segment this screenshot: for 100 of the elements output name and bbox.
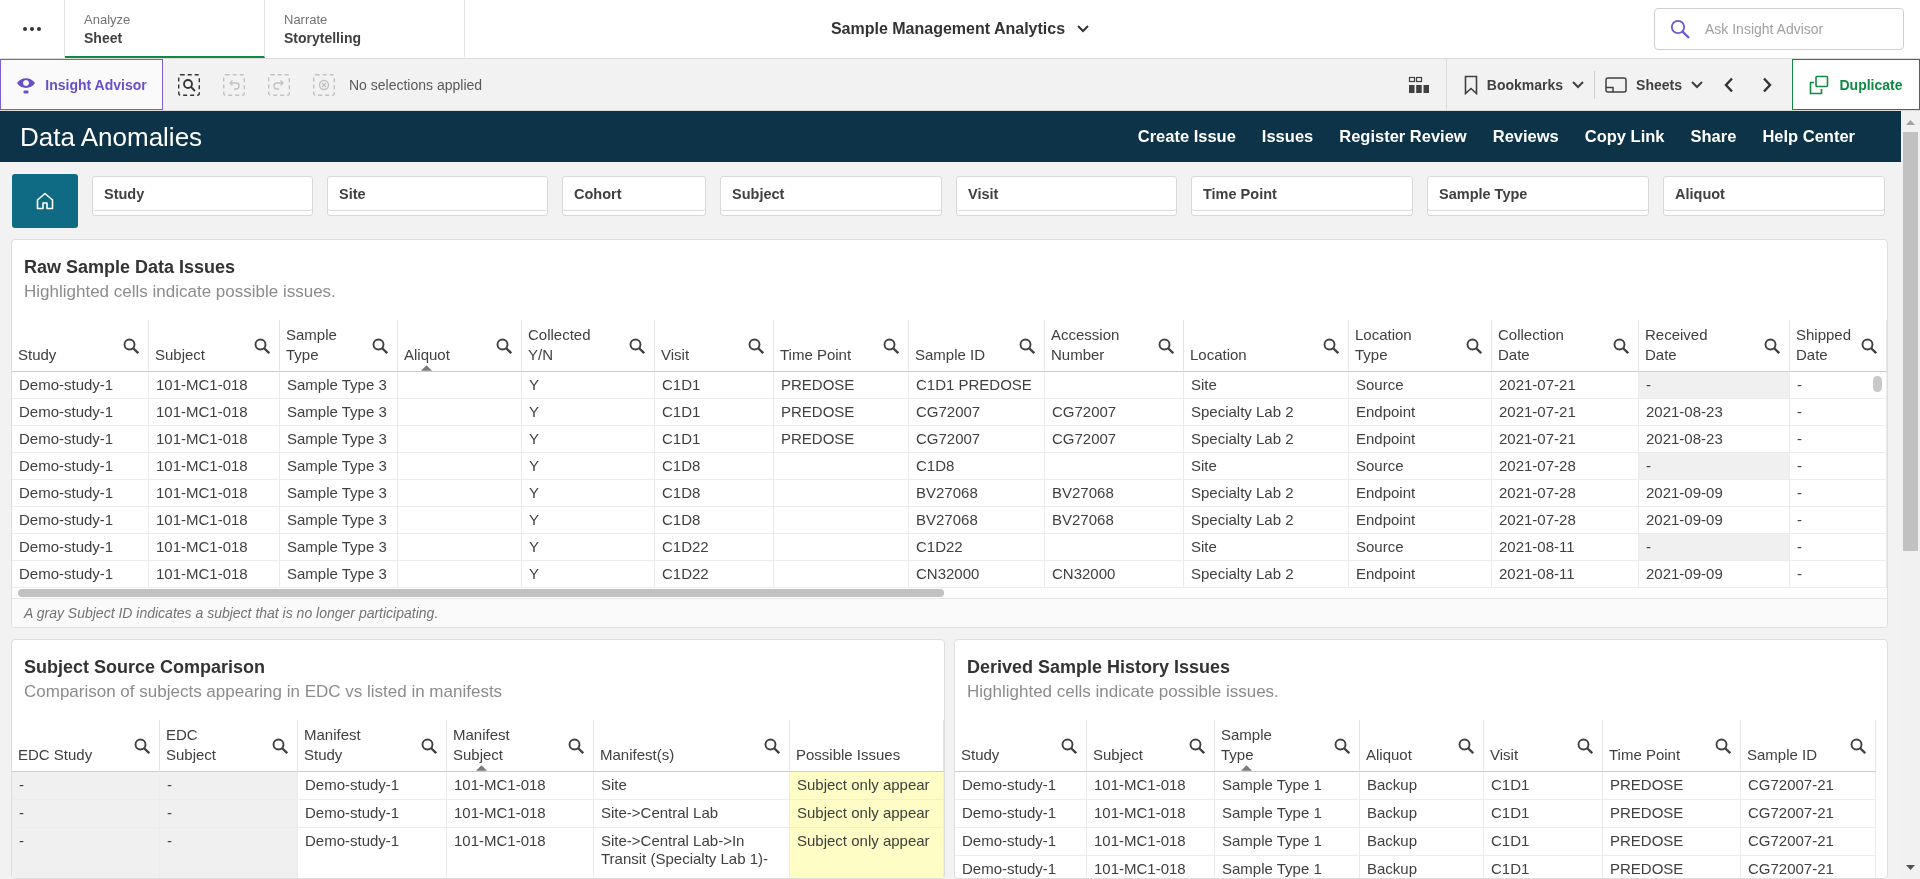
search-icon[interactable] (372, 338, 388, 354)
column-header[interactable]: Manifest Study (298, 720, 447, 772)
table-cell: Source (1349, 453, 1492, 480)
table-cell: C1D1 PREDOSE (909, 372, 1045, 399)
search-icon[interactable] (883, 338, 899, 354)
filter-field[interactable]: Time Point (1191, 176, 1413, 216)
search-icon[interactable] (1466, 338, 1482, 354)
table-cell: - (1790, 534, 1887, 561)
column-header[interactable]: Study (12, 320, 149, 372)
search-icon[interactable] (1323, 338, 1339, 354)
column-header[interactable]: Location (1184, 320, 1349, 372)
search-icon[interactable] (254, 338, 270, 354)
search-icon[interactable] (123, 338, 139, 354)
search-icon[interactable] (496, 338, 512, 354)
scrollbar-thumb[interactable] (1903, 132, 1918, 551)
search-icon[interactable] (1158, 338, 1174, 354)
search-icon[interactable] (421, 738, 437, 754)
filter-field[interactable]: Sample Type (1427, 176, 1649, 216)
column-header[interactable]: Collection Date (1492, 320, 1639, 372)
column-header[interactable]: Sample ID (1741, 720, 1876, 772)
table-cell: CG72007 (909, 399, 1045, 426)
sheets-button[interactable]: Sheets (1605, 66, 1703, 103)
app-title-dropdown[interactable]: Sample Management Analytics (830, 0, 1090, 58)
column-header[interactable]: Study (955, 720, 1087, 772)
column-header[interactable]: Shipped Date (1790, 320, 1887, 372)
duplicate-button[interactable]: Duplicate (1792, 59, 1920, 110)
search-icon[interactable] (748, 338, 764, 354)
column-header[interactable]: Sample Type (280, 320, 398, 372)
table-cell: Y (522, 426, 655, 453)
column-header[interactable]: Accession Number (1045, 320, 1184, 372)
search-icon[interactable] (1334, 738, 1350, 754)
column-header[interactable]: Location Type (1349, 320, 1492, 372)
home-button[interactable] (12, 174, 78, 228)
filter-field[interactable]: Subject (720, 176, 942, 216)
header-link[interactable]: Create Issue (1137, 127, 1236, 146)
search-icon[interactable] (1715, 738, 1731, 754)
filter-field[interactable]: Site (327, 176, 548, 216)
table-cell: - (12, 800, 160, 828)
horizontal-scrollbar[interactable] (18, 589, 944, 597)
search-icon[interactable] (1850, 738, 1866, 754)
search-icon[interactable] (1061, 738, 1077, 754)
column-header[interactable]: Time Point (1603, 720, 1741, 772)
column-header[interactable]: Sample Type (1215, 720, 1360, 772)
table-cell: C1D1 (655, 426, 774, 453)
search-icon[interactable] (1019, 338, 1035, 354)
dashed-magnifier-icon (178, 73, 200, 96)
search-icon[interactable] (1458, 738, 1474, 754)
column-header[interactable]: Manifest(s) (594, 720, 790, 772)
table-cell: 101-MC1-018 (1087, 800, 1215, 828)
table-cell: Source (1349, 534, 1492, 561)
search-icon[interactable] (134, 738, 150, 754)
column-header[interactable]: Visit (1484, 720, 1603, 772)
column-header[interactable]: Manifest Subject (447, 720, 594, 772)
table-cell: Sample Type 1 (1215, 772, 1360, 800)
search-icon[interactable] (629, 338, 645, 354)
filter-field[interactable]: Aliquot (1663, 176, 1885, 216)
column-header[interactable]: Time Point (774, 320, 909, 372)
scroll-down-icon[interactable] (1906, 865, 1915, 870)
header-link[interactable]: Copy Link (1584, 127, 1665, 146)
chevron-down-icon (1077, 25, 1090, 33)
search-icon[interactable] (1189, 738, 1205, 754)
table-cell: Demo-study-1 (955, 772, 1087, 800)
grid-icon (1407, 75, 1430, 94)
table-cell: CG72007 (1045, 426, 1184, 453)
selection-search-button[interactable] (178, 73, 200, 96)
column-header[interactable]: Subject (149, 320, 280, 372)
header-link[interactable]: Reviews (1492, 127, 1559, 146)
column-header[interactable]: Subject (1087, 720, 1215, 772)
column-header[interactable]: Aliquot (1360, 720, 1484, 772)
header-link[interactable]: Register Review (1339, 127, 1467, 146)
column-header[interactable]: Sample ID (909, 320, 1045, 372)
filter-field[interactable]: Visit (956, 176, 1177, 216)
filter-field[interactable]: Cohort (562, 176, 706, 216)
column-header[interactable]: Visit (655, 320, 774, 372)
mode-tab[interactable]: Narrate Storytelling (265, 0, 465, 58)
header-link[interactable]: Help Center (1762, 127, 1855, 146)
filter-field[interactable]: Study (92, 176, 313, 216)
bookmarks-button[interactable]: Bookmarks (1463, 66, 1585, 103)
header-link[interactable]: Issues (1261, 127, 1314, 146)
search-icon[interactable] (272, 738, 288, 754)
search-field[interactable]: Ask Insight Advisor (1654, 8, 1904, 50)
search-icon[interactable] (1861, 338, 1877, 354)
column-header[interactable]: Aliquot (398, 320, 522, 372)
column-header[interactable]: Collected Y/N (522, 320, 655, 372)
header-link[interactable]: Share (1690, 127, 1737, 146)
more-icon (23, 27, 41, 31)
search-icon[interactable] (568, 738, 584, 754)
table-cell: Demo-study-1 (12, 453, 149, 480)
chevron-left-icon (1724, 76, 1734, 93)
grid-view-button[interactable] (1407, 75, 1430, 94)
insight-advisor-button[interactable]: Insight Advisor (0, 59, 163, 110)
vertical-scrollbar[interactable] (1873, 376, 1882, 392)
search-icon[interactable] (1613, 338, 1629, 354)
search-icon[interactable] (1577, 738, 1593, 754)
sheet-title: Data Anomalies (20, 120, 203, 153)
table-cell: 101-MC1-018 (149, 399, 280, 426)
table-cell: C1D8 (909, 453, 1045, 480)
table-cell: 2021-09-09 (1639, 561, 1790, 588)
search-icon[interactable] (1764, 338, 1780, 354)
search-icon[interactable] (764, 738, 780, 754)
